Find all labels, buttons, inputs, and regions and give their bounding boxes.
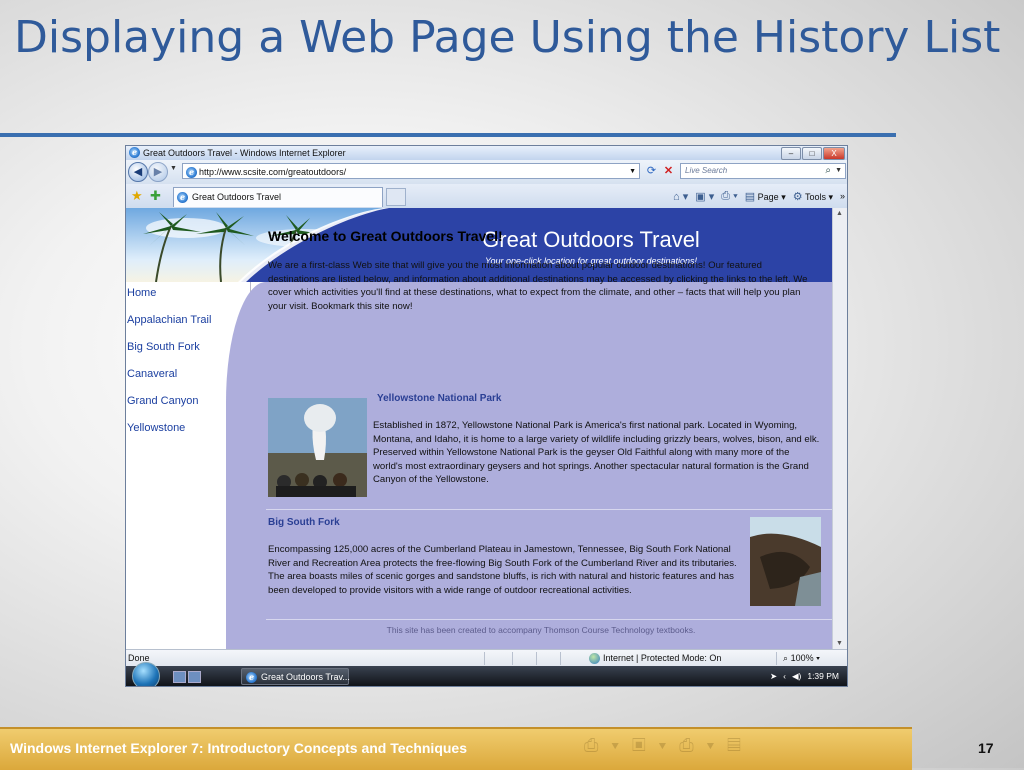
site-footer-note: This site has been created to accompany … (386, 625, 696, 635)
security-zone-label: Internet | Protected Mode: On (603, 653, 722, 663)
start-button-icon[interactable] (132, 662, 160, 686)
scroll-up-icon[interactable]: ▲ (836, 210, 843, 217)
favorites-center-icon[interactable]: ★ (131, 188, 143, 204)
back-arrow-icon[interactable]: ◀ (128, 162, 148, 182)
switch-windows-icon[interactable] (188, 671, 201, 683)
clock[interactable]: 1:39 PM (807, 666, 839, 686)
title-underline (0, 133, 896, 137)
address-url: http://www.scsite.com/greatoutdoors/ (199, 167, 347, 177)
forward-arrow-icon[interactable]: ▶ (148, 162, 168, 182)
taskbar-button-label: Great Outdoors Trav... (261, 672, 350, 682)
slide-footer-text: Windows Internet Explorer 7: Introductor… (10, 740, 467, 756)
zoom-level[interactable]: ⌕ 100% ▾ (783, 650, 820, 667)
browser-window: e Great Outdoors Travel - Windows Intern… (125, 145, 848, 687)
search-box[interactable]: Live Search ⌕ ▼ (680, 163, 846, 179)
nav-link-grand-canyon[interactable]: Grand Canyon (127, 395, 199, 407)
search-placeholder: Live Search (685, 166, 728, 175)
intro-paragraph: We are a first-class Web site that will … (268, 260, 808, 312)
slide-footer-bar: Windows Internet Explorer 7: Introductor… (0, 727, 912, 770)
tab-row: ★ ✚ e Great Outdoors Travel ⌂ ▾ ▣ ▾ ⎙ ▾ … (126, 184, 847, 209)
more-commands-icon[interactable]: » (840, 191, 845, 201)
stop-icon[interactable]: ✕ (661, 163, 676, 179)
status-separator (560, 652, 561, 665)
status-separator (512, 652, 513, 665)
show-desktop-icon[interactable] (173, 671, 186, 683)
nav-link-appalachian-trail[interactable]: Appalachian Trail (127, 314, 211, 326)
recent-pages-dropdown-icon[interactable]: ▼ (170, 165, 177, 172)
section-text-big-south-fork: Encompassing 125,000 acres of the Cumber… (268, 544, 737, 596)
page-icon: e (186, 167, 197, 178)
command-bar: ⌂ ▾ ▣ ▾ ⎙ ▾ ▤ Page ▾ ⚙ Tools ▾ » (673, 188, 845, 204)
nav-link-canaveral[interactable]: Canaveral (127, 368, 177, 380)
address-dropdown-icon[interactable]: ▼ (629, 164, 636, 178)
maximize-button[interactable]: □ (802, 147, 822, 160)
ie-icon: e (246, 672, 257, 683)
status-separator (484, 652, 485, 665)
tools-menu-label: Tools (804, 191, 826, 202)
close-button[interactable]: X (823, 147, 845, 160)
print-icon[interactable]: ⎙ ▾ (721, 190, 737, 203)
nav-link-big-south-fork[interactable]: Big South Fork (127, 341, 200, 353)
nav-link-yellowstone[interactable]: Yellowstone (127, 422, 185, 434)
minimize-button[interactable]: – (781, 147, 801, 160)
section-title-big-south-fork[interactable]: Big South Fork (268, 517, 340, 528)
new-tab-button[interactable] (386, 188, 406, 206)
page-menu-label: Page (757, 191, 779, 202)
navigation-bar: ◀ ▶ ▼ e http://www.scsite.com/greatoutdo… (126, 160, 847, 184)
window-controls: – □ X (781, 147, 845, 160)
yellowstone-geyser-photo (268, 398, 367, 497)
footer-toolbar-watermark: ⎙ ▾ ▣ ▾ ⎙ ▾ ▤ (584, 735, 745, 755)
zoom-label: 100% (790, 653, 814, 663)
system-tray: ➤ ‹ ◀) 1:39 PM (770, 666, 839, 686)
tab-label: Great Outdoors Travel (192, 192, 282, 202)
gear-icon: ⚙ (792, 190, 803, 203)
taskbar-button-browser[interactable]: e Great Outdoors Trav... (241, 668, 350, 685)
volume-icon[interactable]: ◀) (792, 666, 801, 686)
home-icon[interactable]: ⌂ ▾ (673, 190, 688, 203)
slide-number: 17 (978, 740, 994, 756)
slide-title: Displaying a Web Page Using the History … (14, 12, 1001, 63)
address-bar[interactable]: e http://www.scsite.com/greatoutdoors/ ▼ (182, 163, 640, 179)
ie-icon: e (177, 192, 188, 203)
status-separator (536, 652, 537, 665)
refresh-icon[interactable]: ⟳ (643, 163, 660, 179)
nav-link-home[interactable]: Home (127, 287, 156, 299)
tray-chevron-icon[interactable]: ‹ (783, 666, 786, 686)
page-icon: ▤ (744, 190, 756, 203)
window-title: Great Outdoors Travel - Windows Internet… (143, 148, 346, 158)
ie-icon: e (129, 147, 140, 158)
zoom-icon: ⌕ (783, 653, 789, 663)
section-divider (266, 509, 832, 510)
scroll-down-icon[interactable]: ▼ (836, 640, 843, 647)
security-zone[interactable]: Internet | Protected Mode: On (589, 650, 721, 667)
mouse-pointer-icon: ➤ (770, 671, 778, 681)
section-text-yellowstone: Established in 1872, Yellowstone Nationa… (373, 420, 820, 485)
big-south-fork-photo (750, 517, 821, 606)
vertical-scrollbar[interactable]: ▲ ▼ (832, 208, 847, 649)
add-to-favorites-icon[interactable]: ✚ (150, 188, 161, 204)
welcome-heading: Welcome to Great Outdoors Travel! (268, 228, 503, 244)
feeds-icon[interactable]: ▣ ▾ (695, 190, 714, 203)
windows-taskbar: e Great Outdoors Trav... ➤ ‹ ◀) 1:39 PM (126, 662, 847, 686)
globe-icon (589, 653, 600, 664)
page-menu[interactable]: ▤ Page ▾ (745, 190, 786, 203)
browser-title-bar[interactable]: e Great Outdoors Travel - Windows Intern… (126, 146, 847, 160)
tools-menu[interactable]: ⚙ Tools ▾ (793, 190, 833, 203)
status-separator (776, 652, 777, 665)
status-bar: Done Internet | Protected Mode: On ⌕ 100… (126, 649, 847, 667)
footer-divider (266, 619, 832, 620)
tab-great-outdoors[interactable]: e Great Outdoors Travel (173, 187, 383, 207)
search-icon[interactable]: ⌕ (825, 164, 831, 178)
section-title-yellowstone[interactable]: Yellowstone National Park (377, 393, 501, 404)
search-options-icon[interactable]: ▼ (835, 164, 842, 178)
